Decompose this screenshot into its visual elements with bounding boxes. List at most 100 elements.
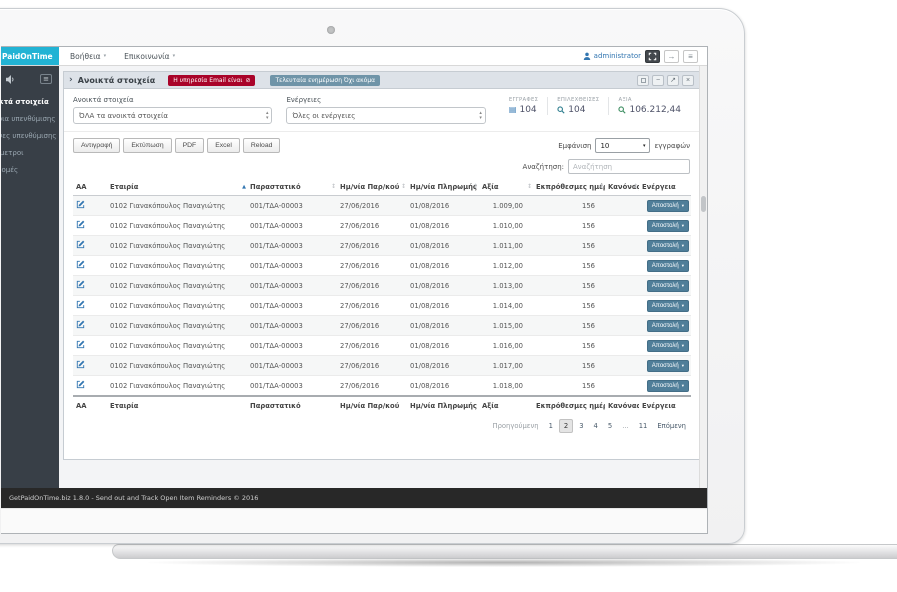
send-button[interactable]: Αποστολή▾ — [647, 240, 689, 252]
cell-pay-date: 01/08/2016 — [407, 256, 479, 276]
col-value[interactable]: Αξία↕ — [479, 179, 533, 196]
panel-edit-button[interactable] — [637, 75, 649, 86]
collapse-menu-icon[interactable]: ≡ — [40, 74, 52, 84]
cell-pay-date: 01/08/2016 — [407, 236, 479, 256]
records-icon: ▤ — [509, 106, 517, 114]
fullscreen-button[interactable] — [645, 50, 660, 63]
pagination-page-2[interactable]: 2 — [559, 419, 573, 433]
col-doc-date[interactable]: Ημ/νία Παρ/κού↕ — [337, 179, 407, 196]
search-input[interactable] — [568, 159, 690, 174]
edit-icon[interactable] — [76, 280, 85, 289]
pagination-page-1[interactable]: 1 — [545, 420, 557, 432]
cell-doc-date: 27/06/2016 — [337, 376, 407, 397]
search-row: Αναζήτηση: — [73, 159, 690, 174]
panel-expand-button[interactable]: ↗ — [667, 75, 679, 86]
cell-document: 001/ΤΔΑ-00003 — [247, 316, 337, 336]
edit-icon[interactable] — [76, 220, 85, 229]
send-button[interactable]: Αποστολή▾ — [647, 320, 689, 332]
actions-select[interactable]: Όλες οι ενέργειες ▴▾ — [286, 107, 485, 124]
pagination-page-3[interactable]: 3 — [575, 420, 587, 432]
copy-button[interactable]: Αντιγραφή — [73, 138, 120, 153]
stat-records: ΕΓΓΡΑΦΕΣ ▤ 104 — [500, 97, 547, 115]
brand-logo[interactable]: PaidOnTime — [1, 47, 59, 65]
cell-doc-date: 27/06/2016 — [337, 276, 407, 296]
cell-value: 1.015,00 — [479, 316, 533, 336]
length-select[interactable]: 10 ▾ — [595, 138, 650, 153]
cell-document: 001/ΤΔΑ-00003 — [247, 376, 337, 397]
edit-icon[interactable] — [76, 340, 85, 349]
sidebar: ≡ Ανοικτά στοιχεία Σενάρια υπενθύμισης Κ… — [1, 66, 59, 488]
cell-value: 1.013,00 — [479, 276, 533, 296]
actions-filter: Ενέργειες Όλες οι ενέργειες ▴▾ — [286, 96, 485, 124]
pdf-button[interactable]: PDF — [175, 138, 205, 153]
laptop-base — [112, 544, 897, 559]
menu-help[interactable]: Βοήθεια ▾ — [70, 52, 106, 61]
cell-rule — [605, 216, 639, 236]
cell-document: 001/ΤΔΑ-00003 — [247, 356, 337, 376]
logout-icon: → — [668, 52, 676, 61]
pagination-prev[interactable]: Προηγούμενη — [488, 420, 542, 432]
edit-icon[interactable] — [76, 300, 85, 309]
email-service-badge-text: Η υπηρεσία Email είναι — [173, 77, 242, 84]
page-scrollbar[interactable] — [699, 66, 707, 488]
send-button[interactable]: Αποστολή▾ — [647, 360, 689, 372]
edit-icon[interactable] — [76, 320, 85, 329]
edit-icon[interactable] — [76, 260, 85, 269]
laptop-screen: PaidOnTime Βοήθεια ▾ Επικοινωνία ▾ — [0, 8, 745, 544]
edit-icon[interactable] — [76, 380, 85, 389]
panel-collapse-button[interactable]: − — [652, 75, 664, 86]
sort-icon: ↕ — [599, 183, 604, 190]
cell-doc-date: 27/06/2016 — [337, 196, 407, 216]
col-overdue-days[interactable]: Εκπρόθεσμες ημέρες↕ — [533, 179, 605, 196]
sidebar-menu: Ανοικτά στοιχεία Σενάρια υπενθύμισης Καν… — [1, 93, 59, 178]
stat-selected-label: ΕΠΙΛΕΧΘΕΙΣΕΣ — [557, 97, 599, 103]
edit-icon[interactable] — [76, 240, 85, 249]
stat-selected: ΕΠΙΛΕΧΘΕΙΣΕΣ 104 — [547, 97, 608, 115]
pagination-page-5[interactable]: 5 — [604, 420, 616, 432]
menu-contact[interactable]: Επικοινωνία ▾ — [124, 52, 175, 61]
cell-doc-date: 27/06/2016 — [337, 296, 407, 316]
excel-button[interactable]: Excel — [207, 138, 240, 153]
print-button[interactable]: Εκτύπωση — [123, 138, 171, 153]
pagination-page-4[interactable]: 4 — [590, 420, 602, 432]
open-items-select[interactable]: ΌΛΑ τα ανοικτά στοιχεία ▴▾ — [73, 107, 272, 124]
send-button[interactable]: Αποστολή▾ — [647, 280, 689, 292]
sidebar-icons: ≡ — [1, 66, 59, 93]
sound-icon[interactable] — [6, 75, 15, 84]
pagination-page-11[interactable]: 11 — [635, 420, 652, 432]
cell-pay-date: 01/08/2016 — [407, 276, 479, 296]
scrollbar-thumb[interactable] — [701, 196, 706, 212]
nav-menus: Βοήθεια ▾ Επικοινωνία ▾ — [59, 47, 175, 65]
edit-icon[interactable] — [76, 200, 85, 209]
col-pay-date[interactable]: Ημ/νία Πληρωμής↕ — [407, 179, 479, 196]
send-button[interactable]: Αποστολή▾ — [647, 380, 689, 392]
pagination-next[interactable]: Επόμενη — [653, 420, 690, 432]
send-button[interactable]: Αποστολή▾ — [647, 200, 689, 212]
send-button[interactable]: Αποστολή▾ — [647, 340, 689, 352]
col-rule[interactable]: Κανόνας↕ — [605, 179, 639, 196]
caret-down-icon: ▾ — [682, 243, 684, 249]
cell-company: 0102 Γιανακόπουλος Παναγιώτης — [107, 236, 247, 256]
sidebar-item-routes[interactable]: Διαδρομές — [1, 161, 59, 178]
open-items-table: ΑΑ Εταιρία▲ Παραστατικό↕ Ημ/νία Παρ/κού↕… — [73, 179, 691, 415]
col-company[interactable]: Εταιρία▲ — [107, 179, 247, 196]
user-link[interactable]: administrator — [583, 52, 641, 60]
caret-down-icon: ▾ — [643, 143, 646, 149]
col-document[interactable]: Παραστατικό↕ — [247, 179, 337, 196]
send-button[interactable]: Αποστολή▾ — [647, 220, 689, 232]
sidebar-item-reminder-scenarios[interactable]: Σενάρια υπενθύμισης — [1, 110, 59, 127]
select-stepper-icon: ▴▾ — [479, 111, 482, 121]
cell-company: 0102 Γιανακόπουλος Παναγιώτης — [107, 256, 247, 276]
stat-value: ΑΞΙΑ 106.212,44 — [608, 97, 690, 115]
sidebar-item-reminder-rules[interactable]: Κανόνες υπενθύμισης — [1, 127, 59, 144]
sidebar-item-parameters[interactable]: Παράμετροι — [1, 144, 59, 161]
reload-button[interactable]: Reload — [243, 138, 281, 153]
panel-close-button[interactable]: × — [682, 75, 694, 86]
apps-menu-button[interactable]: ≡ — [683, 50, 698, 63]
sidebar-item-open-items[interactable]: Ανοικτά στοιχεία — [1, 93, 59, 110]
send-button[interactable]: Αποστολή▾ — [647, 260, 689, 272]
logout-button[interactable]: → — [664, 50, 679, 63]
edit-icon[interactable] — [76, 360, 85, 369]
send-button[interactable]: Αποστολή▾ — [647, 300, 689, 312]
caret-down-icon: ▾ — [682, 343, 684, 349]
